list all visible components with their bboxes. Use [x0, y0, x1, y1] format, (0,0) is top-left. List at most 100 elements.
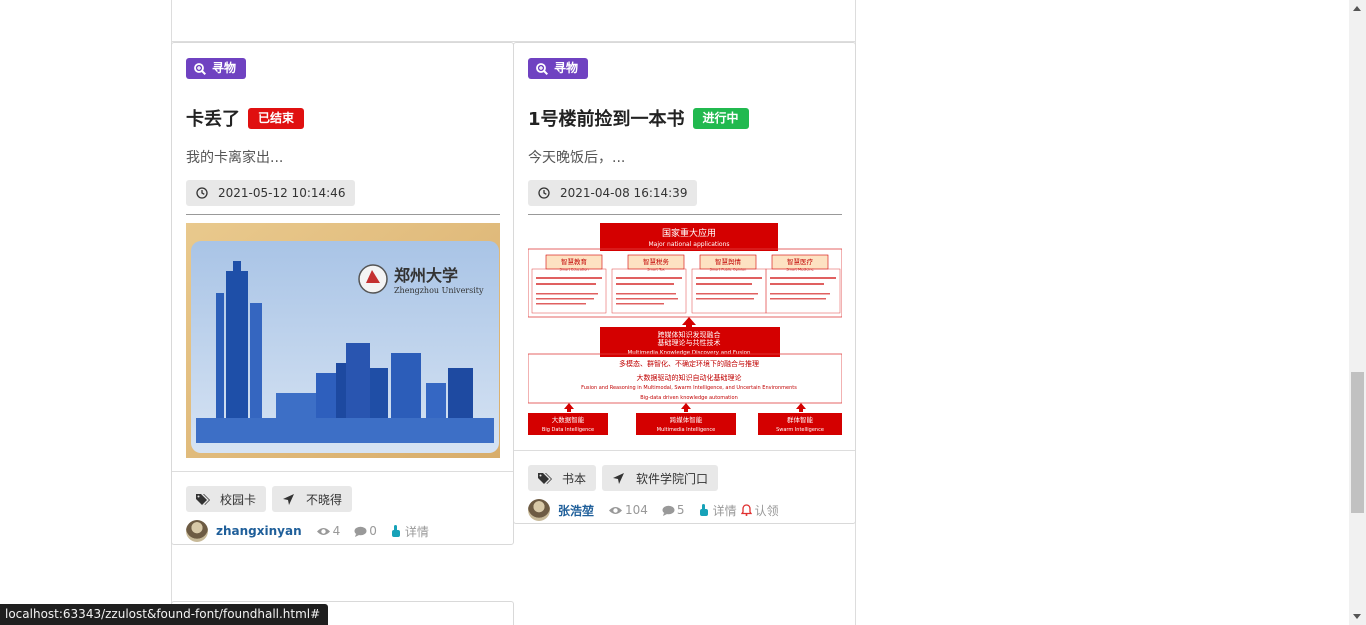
views-count: 104 — [608, 503, 648, 517]
diagram-mid-2: 基础理论与共性技术 — [658, 338, 721, 347]
detail-label: 详情 — [712, 503, 737, 518]
diagram-box-2: 智慧税务 — [643, 257, 670, 266]
eye-icon — [609, 506, 623, 514]
diagram-bottom-3-en: Swarm Intelligence — [776, 427, 824, 433]
views-value: 104 — [625, 503, 648, 517]
tag-label: 校园卡 — [220, 492, 257, 507]
type-label: 寻物 — [212, 61, 237, 75]
detail-link[interactable]: 详情 — [699, 502, 737, 519]
status-bar-url: localhost:63343/zzulost&found-font/found… — [0, 604, 329, 625]
card-title[interactable]: 卡丢了 — [186, 105, 240, 131]
search-plus-icon — [536, 62, 548, 75]
found-card[interactable]: 寻物 卡丢了 已结束 我的卡离家出... 2021-05-12 10:14:46 — [171, 42, 514, 545]
scrollbar[interactable] — [1349, 0, 1366, 625]
claim-label: 认领 — [754, 503, 779, 518]
diagram-mid-1: 跨媒体知识发现融合 — [658, 330, 721, 339]
campus-card-title: 郑州大学 — [394, 266, 458, 285]
diagram-line-1: 多模态、群智化、不确定环境下的融合与推理 — [619, 359, 759, 368]
hand-pointer-icon — [391, 525, 400, 537]
diagram-box-3: 智慧舆情 — [715, 257, 742, 266]
comment-icon — [662, 505, 675, 516]
card-summary: 今天晚饭后，... — [528, 150, 626, 166]
author-link[interactable]: 张浩堃 — [558, 502, 594, 519]
diagram-mid-en: Multimedia Knowledge Discovery and Fusio… — [628, 350, 751, 356]
comments-value: 0 — [369, 524, 377, 538]
clock-icon — [196, 187, 208, 199]
bell-icon — [740, 504, 752, 516]
previous-card-bottom — [171, 0, 856, 42]
diagram-bottom-1: 大数据智能 — [552, 415, 585, 424]
title-row: 卡丢了 已结束 — [186, 105, 305, 131]
tag-label: 不晓得 — [306, 492, 343, 507]
location-tag[interactable]: 不晓得 — [272, 486, 353, 512]
diagram-box-4: 智慧医疗 — [787, 257, 814, 266]
tag-label: 书本 — [562, 471, 587, 486]
footer-divider — [172, 471, 513, 472]
type-badge: 寻物 — [528, 58, 589, 79]
meta-row: zhangxinyan 4 0 详情 — [186, 520, 429, 542]
diagram-bottom-3: 群体智能 — [787, 415, 814, 424]
location-tag[interactable]: 软件学院门口 — [602, 465, 719, 491]
clock-icon — [538, 187, 550, 199]
author-link[interactable]: zhangxinyan — [216, 524, 302, 538]
views-value: 4 — [332, 524, 341, 538]
diagram-box-2-en: Smart Tax — [647, 268, 664, 272]
diagram-bottom-2: 跨媒体智能 — [670, 415, 703, 424]
diagram-line-2-en: Fusion and Reasoning in Multimodal, Swar… — [581, 385, 797, 391]
diagram-box-4-en: Smart Medicine — [786, 268, 813, 272]
diagram-line-2: 大数据驱动的知识自动化基础理论 — [637, 373, 742, 382]
card-summary: 我的卡离家出... — [186, 150, 284, 166]
location-arrow-icon — [283, 493, 295, 505]
scroll-up-icon[interactable] — [1353, 6, 1361, 11]
scroll-down-icon[interactable] — [1353, 614, 1361, 619]
diagram-bottom-1-en: Big Data Intelligence — [542, 427, 594, 433]
card-title[interactable]: 1号楼前捡到一本书 — [528, 105, 685, 131]
diagram-top-en: Major national applications — [648, 241, 729, 248]
hand-pointer-icon — [699, 504, 708, 516]
tag-label: 软件学院门口 — [636, 471, 709, 486]
comments-value: 5 — [676, 503, 685, 517]
tags-icon — [196, 493, 210, 505]
divider — [528, 214, 842, 215]
claim-link[interactable]: 认领 — [740, 502, 779, 519]
search-plus-icon — [194, 62, 206, 75]
campus-card-subtitle: Zhengzhou University — [394, 286, 484, 295]
comments-count: 0 — [354, 524, 377, 538]
date-chip: 2021-05-12 10:14:46 — [186, 180, 356, 206]
date-chip: 2021-04-08 16:14:39 — [528, 180, 698, 206]
title-row: 1号楼前捡到一本书 进行中 — [528, 105, 749, 131]
scroll-thumb[interactable] — [1351, 372, 1364, 513]
divider — [186, 214, 500, 215]
tags-row: 书本 软件学院门口 — [528, 465, 719, 491]
comment-icon — [354, 526, 367, 537]
diagram-box-1: 智慧教育 — [561, 257, 588, 266]
date-text: 2021-04-08 16:14:39 — [560, 186, 688, 200]
avatar[interactable] — [186, 520, 208, 542]
type-label: 寻物 — [554, 61, 579, 75]
category-tag[interactable]: 书本 — [528, 465, 597, 491]
category-tag[interactable]: 校园卡 — [186, 486, 267, 512]
status-badge: 已结束 — [248, 107, 305, 129]
detail-label: 详情 — [404, 524, 429, 539]
tags-icon — [538, 472, 552, 484]
type-badge: 寻物 — [186, 58, 247, 79]
location-arrow-icon — [613, 472, 625, 484]
meta-row: 张浩堃 104 5 详情 认领 — [528, 499, 779, 521]
diagram-top: 国家重大应用 — [662, 227, 716, 239]
found-card[interactable]: 寻物 1号楼前捡到一本书 进行中 今天晚饭后，... 2021-04-08 16… — [513, 42, 856, 524]
eye-icon — [316, 527, 330, 535]
date-text: 2021-05-12 10:14:46 — [218, 186, 346, 200]
card-image[interactable]: 国家重大应用 Major national applications 智慧教育 … — [528, 223, 842, 435]
diagram-box-1-en: Smart Education — [559, 268, 588, 272]
views-count: 4 — [316, 524, 341, 538]
avatar[interactable] — [528, 499, 550, 521]
footer-divider — [514, 450, 855, 451]
diagram-line-3-en: Big-data driven knowledge automation — [640, 395, 738, 401]
detail-link[interactable]: 详情 — [391, 523, 429, 540]
card-image[interactable]: 郑州大学 Zhengzhou University — [186, 223, 500, 458]
diagram-bottom-2-en: Multimedia Intelligence — [657, 427, 715, 433]
diagram-box-3-en: Smart Public Opinion — [710, 268, 747, 272]
comments-count: 5 — [662, 503, 685, 517]
status-badge: 进行中 — [692, 107, 749, 129]
tags-row: 校园卡 不晓得 — [186, 486, 353, 512]
